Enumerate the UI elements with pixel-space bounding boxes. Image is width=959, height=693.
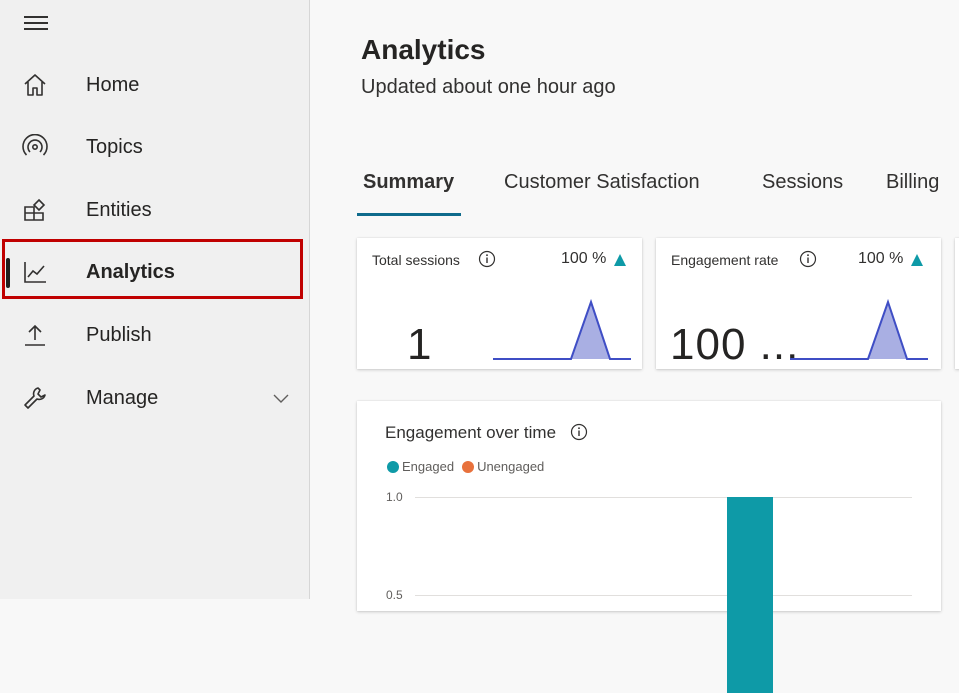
sparkline (790, 298, 928, 360)
sidebar-item-label: Manage (86, 386, 159, 409)
sidebar-item-manage[interactable]: Manage (0, 370, 309, 426)
kpi-change: 100 % (858, 250, 904, 267)
kpi-card-total-sessions[interactable]: Total sessions 100 % 1 (357, 238, 642, 369)
legend-label: Unengaged (477, 459, 545, 474)
sparkline (493, 298, 631, 360)
tab-summary[interactable]: Summary (363, 171, 454, 194)
entities-icon (24, 198, 46, 221)
kpi-value: 100 ... (670, 320, 800, 369)
main-content: Analytics Updated about one hour ago Sum… (310, 0, 959, 693)
gridline (415, 497, 912, 498)
sidebar-item-label: Publish (86, 323, 152, 346)
sidebar-item-publish[interactable]: Publish (0, 307, 309, 363)
kpi-label: Engagement rate (671, 252, 779, 268)
sidebar-item-label: Entities (86, 198, 152, 221)
topics-icon (22, 134, 48, 156)
tab-billing[interactable]: Billing (886, 171, 939, 194)
active-tab-underline (357, 213, 461, 216)
chart-legend: Engaged Unengaged (387, 459, 544, 474)
publish-icon (25, 324, 45, 346)
sidebar-item-label: Analytics (86, 260, 175, 283)
tab-customer-satisfaction[interactable]: Customer Satisfaction (504, 171, 700, 194)
y-tick-label: 1.0 (386, 490, 403, 504)
kpi-label: Total sessions (372, 252, 460, 268)
gridline (415, 595, 912, 596)
sidebar-item-analytics[interactable]: Analytics (0, 244, 309, 300)
analytics-icon (24, 262, 46, 283)
sidebar: Home Topics Entities Analytics Publish M… (0, 0, 310, 599)
legend-dot (462, 460, 475, 473)
sidebar-item-label: Home (86, 73, 140, 96)
active-indicator (6, 258, 10, 288)
bar-engaged[interactable] (727, 497, 773, 693)
chart-title: Engagement over time (385, 423, 557, 442)
info-icon[interactable] (478, 250, 496, 268)
tab-sessions[interactable]: Sessions (762, 171, 843, 194)
legend-item-engaged[interactable]: Engaged (387, 459, 454, 474)
info-icon[interactable] (799, 250, 817, 268)
sidebar-item-topics[interactable]: Topics (0, 119, 309, 175)
hamburger-menu-icon[interactable] (23, 13, 49, 33)
page-subtitle: Updated about one hour ago (361, 76, 616, 98)
kpi-card-engagement-rate[interactable]: Engagement rate 100 % 100 ... (656, 238, 941, 369)
sidebar-item-home[interactable]: Home (0, 57, 309, 113)
legend-dot (387, 460, 399, 473)
wrench-icon (24, 387, 46, 409)
legend-label: Engaged (402, 459, 455, 474)
engagement-chart-card: Engagement over time Engaged Unengaged 1… (357, 401, 941, 693)
y-tick-label: 0.5 (386, 588, 403, 602)
sidebar-item-label: Topics (86, 135, 143, 158)
info-icon[interactable] (570, 423, 588, 441)
trend-up-icon (614, 254, 626, 266)
sidebar-item-entities[interactable]: Entities (0, 182, 309, 238)
kpi-card-partial (955, 238, 959, 369)
page-title: Analytics (361, 34, 486, 65)
trend-up-icon (911, 254, 923, 266)
chevron-down-icon[interactable] (272, 389, 290, 407)
home-icon (24, 74, 46, 96)
kpi-change: 100 % (561, 250, 607, 267)
legend-item-unengaged[interactable]: Unengaged (462, 459, 544, 474)
kpi-value: 1 (407, 320, 433, 369)
